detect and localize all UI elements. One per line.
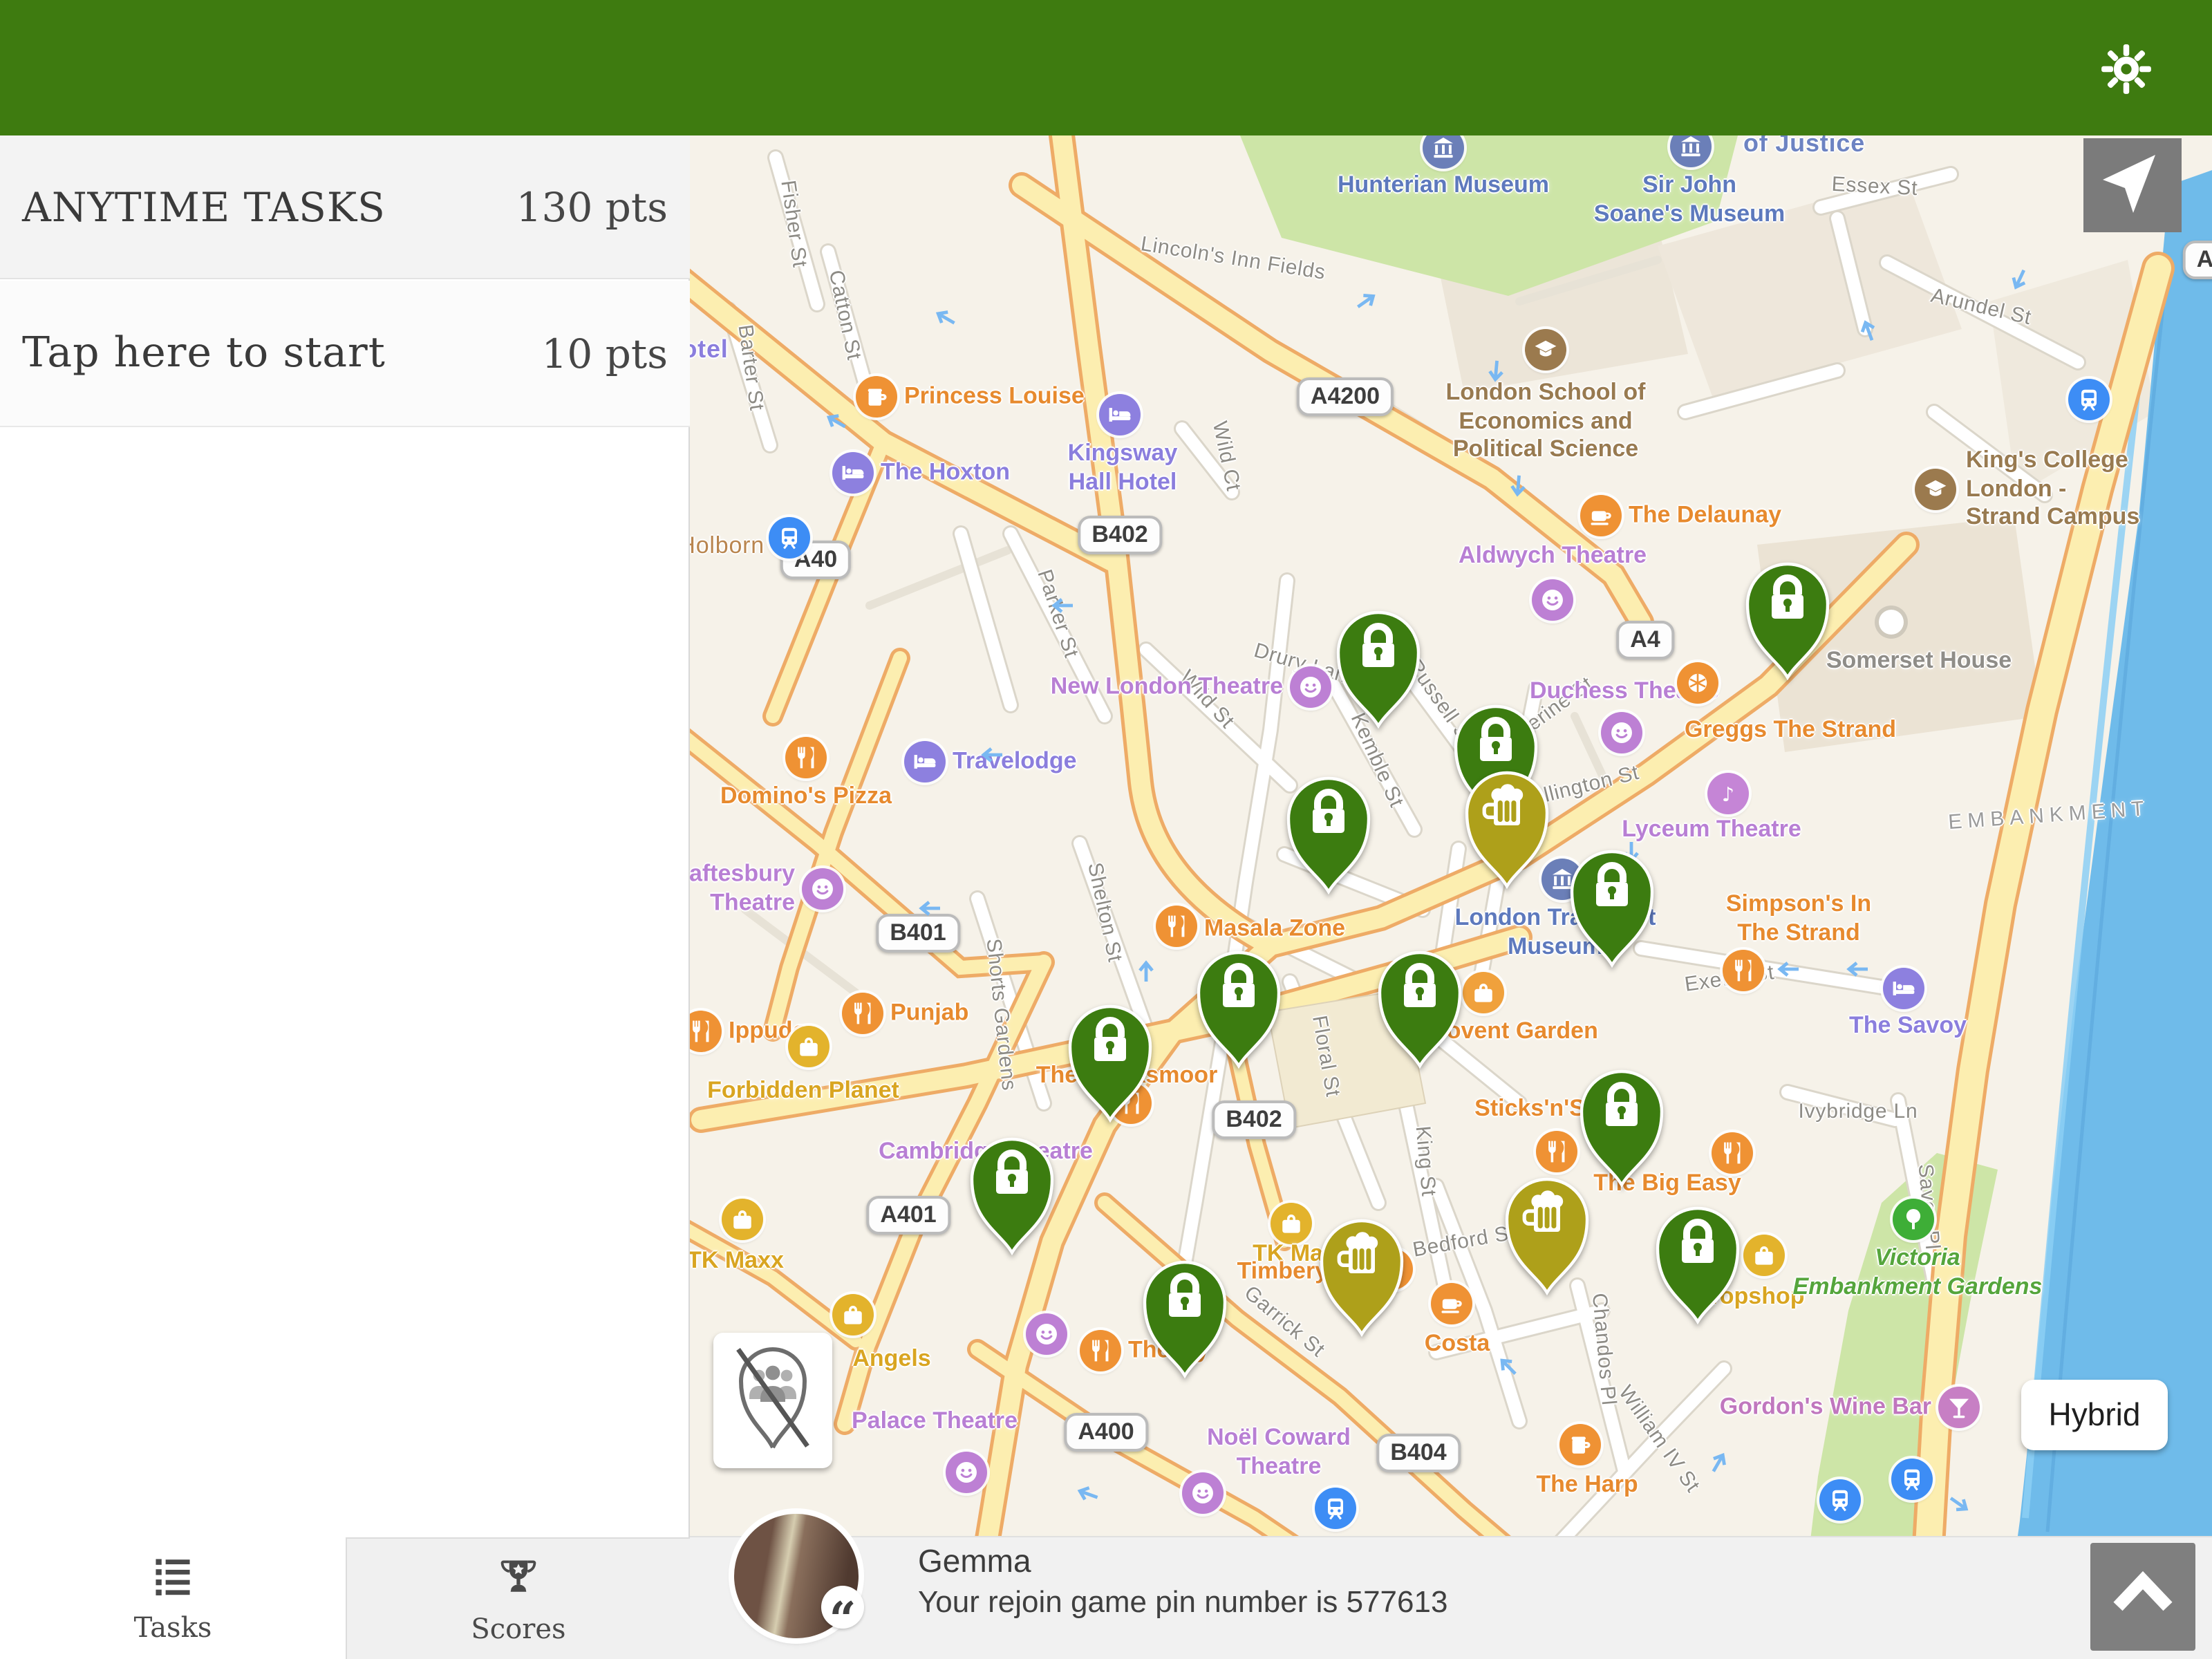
quote-icon: “ [821,1586,864,1629]
tap-to-start-points: 10 pts [542,330,668,377]
crossed-people-icon [727,1339,818,1462]
tab-tasks[interactable]: Tasks [0,1537,346,1659]
map-layer-toggle[interactable]: Hybrid [2021,1380,2168,1450]
tab-tasks-label: Tasks [134,1611,212,1644]
map-roads [690,135,2212,1659]
anytime-tasks-row[interactable]: ANYTIME TASKS 130 pts [0,135,690,279]
app-header [0,0,2212,135]
trophy-icon [495,1553,542,1607]
settings-button[interactable] [2100,43,2153,95]
map-layer-label: Hybrid [2049,1396,2141,1434]
tap-to-start-label: Tap here to start [22,329,386,377]
app-window: ANYTIME TASKS 130 pts Tap here to start … [0,0,2212,1659]
navigation-arrow-icon [2083,214,2182,238]
anytime-tasks-label: ANYTIME TASKS [22,183,386,230]
chevron-up-icon [2090,1539,2195,1654]
tab-scores[interactable]: Scores [346,1537,690,1659]
task-sidebar: ANYTIME TASKS 130 pts Tap here to start … [0,135,690,1659]
tab-scores-label: Scores [471,1611,565,1644]
list-icon [149,1553,196,1606]
compass-button[interactable] [2083,138,2182,232]
status-message: Your rejoin game pin number is 577613 [918,1584,1447,1620]
gear-icon [2100,77,2153,101]
map-canvas[interactable]: Fisher StCatton StBarter StotelHigh Holb… [690,135,2212,1659]
hide-players-button[interactable] [713,1333,832,1468]
player-name: Gemma [918,1543,1031,1580]
tap-to-start-row[interactable]: Tap here to start 10 pts [0,281,690,427]
expand-chat-button[interactable] [2090,1543,2195,1651]
bottom-tab-bar: Tasks Scores [0,1537,690,1659]
anytime-tasks-points: 130 pts [516,183,668,230]
